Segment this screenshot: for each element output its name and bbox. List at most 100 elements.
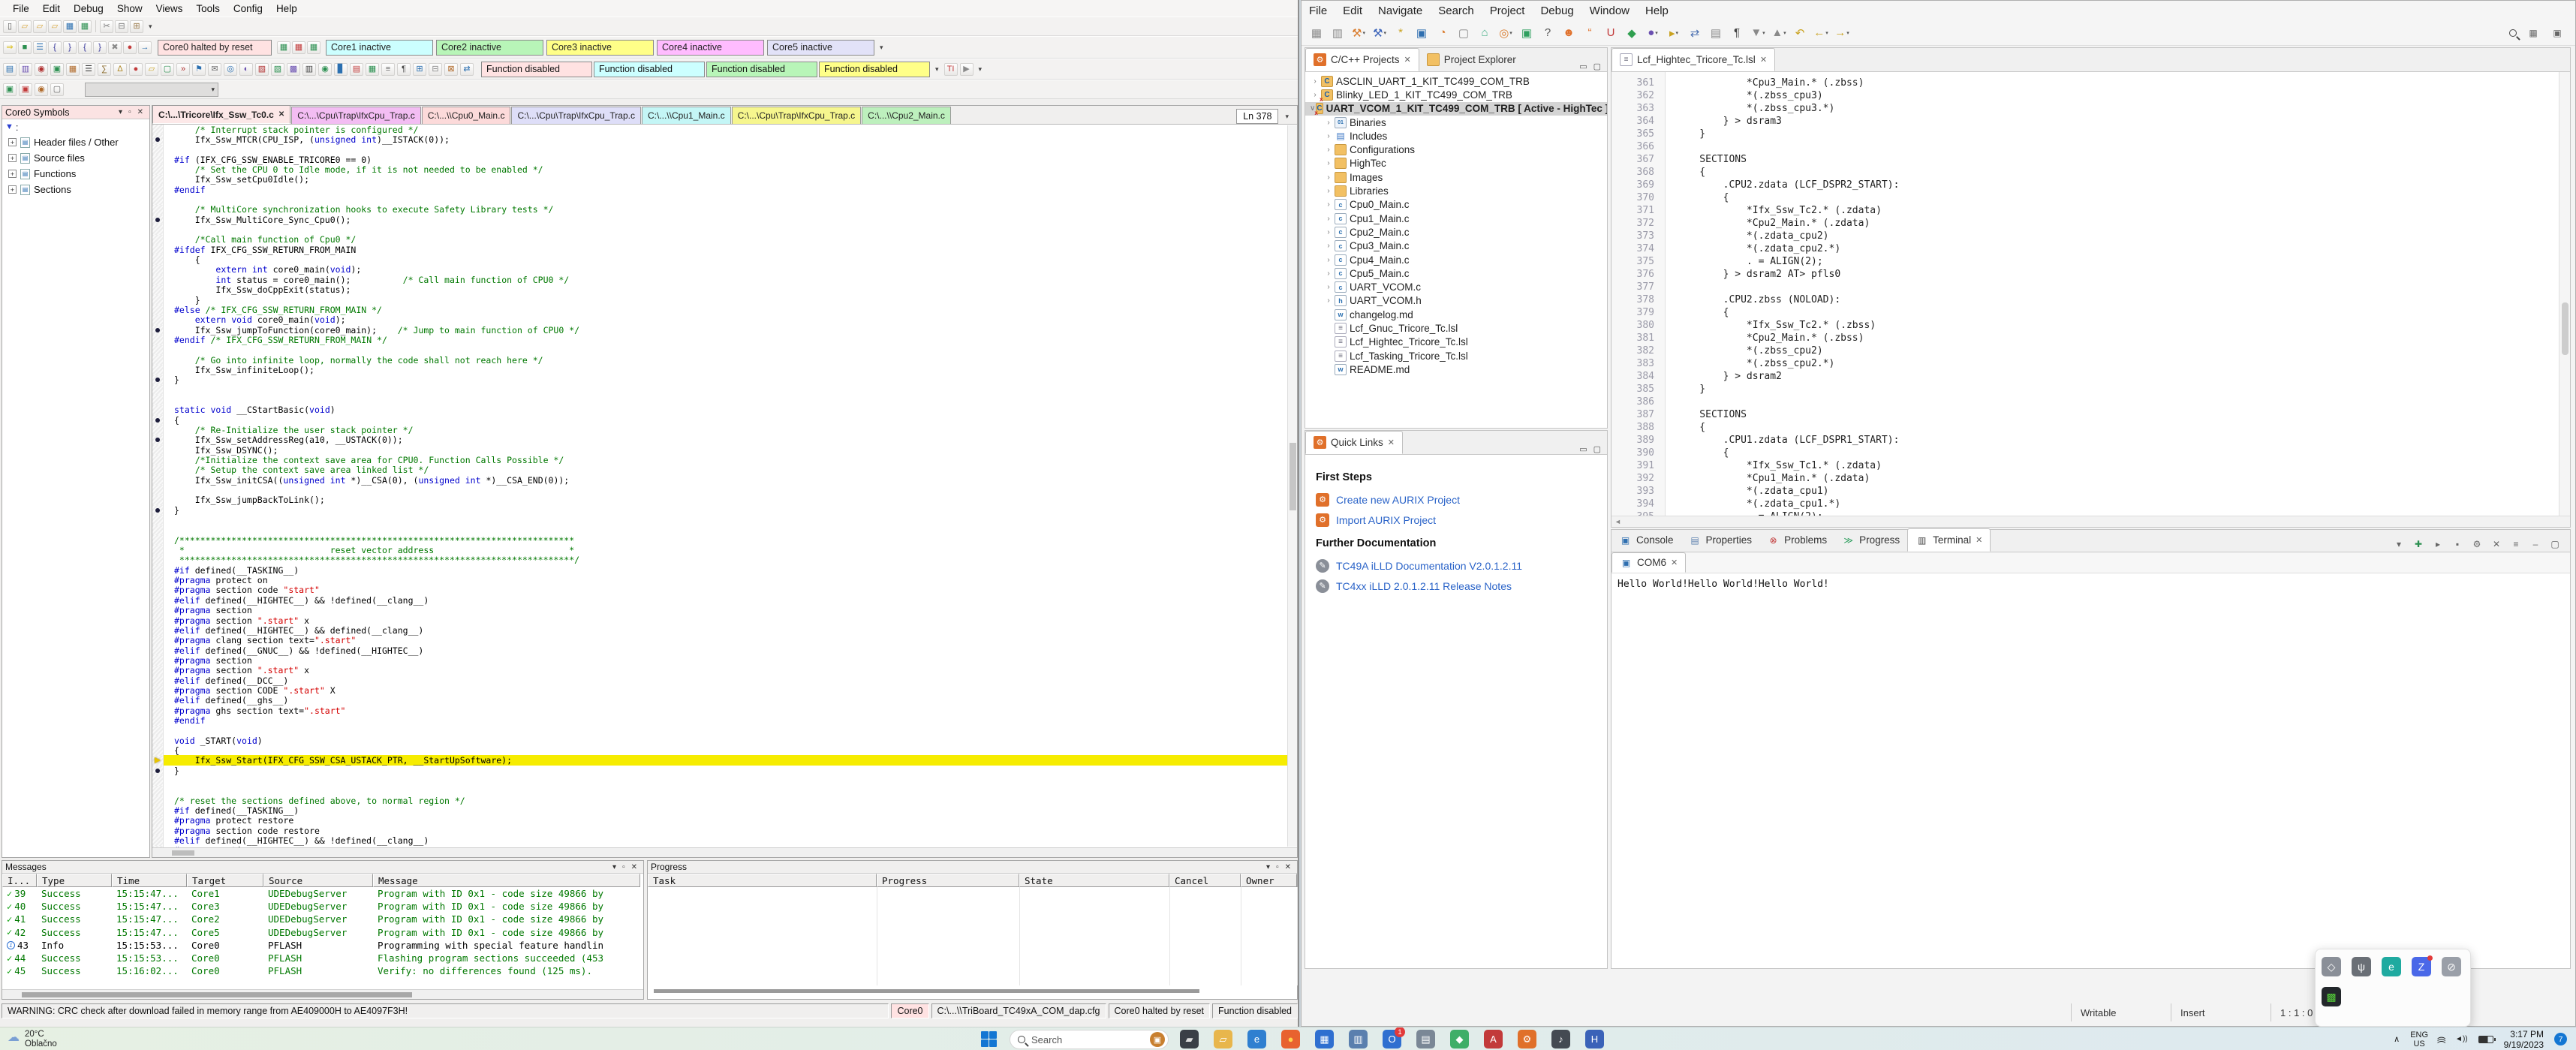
tab-quick-links[interactable]: ⚙ Quick Links ✕ <box>1305 431 1403 454</box>
target-combobox[interactable] <box>85 82 218 97</box>
tree-item[interactable]: ›CBlinky_LED_1_KIT_TC499_COM_TRB <box>1305 88 1607 103</box>
gutter[interactable] <box>152 585 164 596</box>
tree-item[interactable]: › h UART_VCOM.h <box>1305 294 1607 308</box>
maximize-icon[interactable]: ▢ <box>1593 62 1601 71</box>
firefox-browser-icon[interactable]: ● <box>1281 1030 1300 1048</box>
expand-arrow-icon[interactable]: › <box>1323 283 1334 291</box>
gutter[interactable] <box>152 395 164 405</box>
tab-progress[interactable]: ≫ Progress <box>1834 528 1907 552</box>
new-file-icon[interactable]: ▯ <box>3 20 17 33</box>
editor-tab[interactable]: C:\...\\Cpu0_Main.c <box>421 107 511 124</box>
matrix-app-icon[interactable]: ▩ <box>2322 987 2341 1006</box>
expand-arrow-icon[interactable]: › <box>1323 256 1334 264</box>
progress-col-4[interactable]: Owner <box>1241 874 1297 887</box>
gutter[interactable] <box>152 305 164 315</box>
gutter[interactable] <box>152 445 164 456</box>
eclipse-menu-help[interactable]: Help <box>1645 3 1678 19</box>
stop-icon[interactable]: ✖ <box>108 41 122 54</box>
quicklink[interactable]: ✎ TC4xx iLLD 2.0.1.2.11 Release Notes <box>1316 576 1596 596</box>
tab-properties[interactable]: ▤ Properties <box>1681 528 1760 552</box>
quicklink[interactable]: ✎ TC49A iLLD Documentation V2.0.1.2.11 <box>1316 555 1596 576</box>
undo-edit-icon[interactable]: ↶ <box>1791 24 1809 42</box>
progress-col-1[interactable]: Progress <box>877 874 1019 887</box>
gutter[interactable] <box>152 354 164 366</box>
tree-item[interactable]: › c Cpu1_Main.c <box>1305 212 1607 225</box>
home-perspective-icon[interactable]: ⌂ <box>1476 24 1494 42</box>
forward-history-icon[interactable]: → <box>1833 24 1851 42</box>
gutter[interactable] <box>152 815 164 826</box>
maximize-icon[interactable]: ▢ <box>1593 444 1601 454</box>
editor-tab[interactable]: C:\...\Cpu\Trap\IfxCpu_Trap.c <box>511 107 641 124</box>
editor-hscrollbar[interactable] <box>152 847 1297 857</box>
flash-program-icon[interactable]: ▦ <box>277 41 290 54</box>
tree-item[interactable]: ≡ Lcf_Gnuc_Tricore_Tc.lsl <box>1305 321 1607 335</box>
gutter[interactable] <box>152 134 164 145</box>
expand-arrow-icon[interactable]: › <box>1310 77 1320 86</box>
paste-icon[interactable]: ⊞ <box>130 20 143 33</box>
hourglass-icon[interactable]: ∆ <box>113 62 127 76</box>
profiler-window-icon[interactable]: ▧ <box>271 62 284 76</box>
expand-arrow-icon[interactable]: › <box>1323 296 1334 305</box>
tree-item[interactable]: w changelog.md <box>1305 308 1607 321</box>
help-icon[interactable]: ? <box>1539 24 1557 42</box>
tree-item[interactable]: › ▤ Includes <box>1305 129 1607 143</box>
gutter[interactable] <box>152 375 164 385</box>
gutter[interactable] <box>152 735 164 746</box>
symbols-tree-item[interactable]: + ▤ Sections <box>2 182 149 197</box>
expand-arrow-icon[interactable]: › <box>1323 187 1334 195</box>
gutter[interactable] <box>152 215 164 225</box>
message-row[interactable]: ✓ 44 Success 15:15:53... Core0 PFLASH Flashing… <box>2 952 643 964</box>
gutter[interactable] <box>152 785 164 796</box>
ude-menu-show[interactable]: Show <box>110 2 149 16</box>
pin-terminal-icon[interactable]: ▾ <box>2391 537 2406 552</box>
callstack-window-icon[interactable]: ☰ <box>82 62 95 76</box>
usb-device-icon[interactable]: ψ <box>2352 957 2371 976</box>
start-button[interactable] <box>981 1031 998 1048</box>
terminal-settings-icon[interactable]: ⚙ <box>2469 537 2484 552</box>
gutter[interactable] <box>152 705 164 716</box>
lsl-code[interactable]: *Cpu3_Main.* (.zbss) *(.zbss_cpu3) *(.zb… <box>1666 72 2570 516</box>
expand-arrow-icon[interactable]: › <box>1323 173 1334 182</box>
message-row[interactable]: ✓ 42 Success 15:15:47... Core5 UDEDebugServer… <box>2 926 643 939</box>
tab-com6[interactable]: ▣ COM6 ✕ <box>1612 552 1687 573</box>
io-view-icon[interactable]: ▦ <box>366 62 379 76</box>
chip-view-icon[interactable]: ▢ <box>161 62 174 76</box>
expand-plus-icon[interactable]: + <box>8 138 17 146</box>
aurix-assistant-icon[interactable]: ☻ <box>1560 24 1578 42</box>
tab-cpp-projects[interactable]: ⚙ C/C++ Projects ✕ <box>1305 48 1419 71</box>
prev-marker-icon[interactable]: ▲ <box>1770 24 1788 42</box>
expand-plus-icon[interactable]: + <box>8 154 17 162</box>
taskbar-weather[interactable]: ☁ 20°C Oblačno <box>8 1030 57 1049</box>
gutter[interactable] <box>152 194 164 205</box>
target-power-icon[interactable]: ◉ <box>35 83 48 96</box>
gutter[interactable] <box>152 164 164 175</box>
script-editor-icon[interactable]: ≡ <box>381 62 395 76</box>
gutter[interactable] <box>152 545 164 555</box>
doc-window-icon[interactable]: ¶ <box>397 62 411 76</box>
locals-window-icon[interactable]: ▣ <box>50 62 64 76</box>
gutter[interactable] <box>152 485 164 495</box>
halt-list-icon[interactable]: ☰ <box>33 41 47 54</box>
gutter[interactable] <box>152 745 164 756</box>
editor-vscrollbar[interactable] <box>1287 125 1297 847</box>
gutter[interactable] <box>152 835 164 846</box>
language-switcher[interactable]: ENG US <box>2410 1030 2428 1048</box>
reset-icon[interactable]: ● <box>123 41 137 54</box>
gutter[interactable] <box>152 405 164 415</box>
run-icon[interactable]: ■ <box>18 41 32 54</box>
messages-col-0[interactable]: I... <box>2 874 37 887</box>
copy-icon[interactable]: ⊟ <box>115 20 128 33</box>
tree-item[interactable]: › c Cpu5_Main.c <box>1305 266 1607 280</box>
feedback-icon[interactable]: “ <box>1581 24 1599 42</box>
close-icon[interactable]: ✕ <box>1671 558 1678 567</box>
connection-view-icon[interactable]: ⇄ <box>460 62 474 76</box>
notification-badge[interactable]: 7 <box>2554 1033 2567 1045</box>
ude-menu-config[interactable]: Config <box>227 2 269 16</box>
toolbar-overflow-icon[interactable]: ▾ <box>880 44 883 52</box>
chart-window-icon[interactable]: ▊ <box>334 62 348 76</box>
tab-console[interactable]: ▣ Console <box>1612 528 1681 552</box>
acrobat-app-icon[interactable]: A <box>1484 1030 1503 1048</box>
perspective-debug-icon[interactable]: ▣ <box>2550 26 2565 41</box>
target-config-icon[interactable]: ▢ <box>50 83 64 96</box>
dropdown-icon[interactable]: ▾ <box>116 108 125 116</box>
